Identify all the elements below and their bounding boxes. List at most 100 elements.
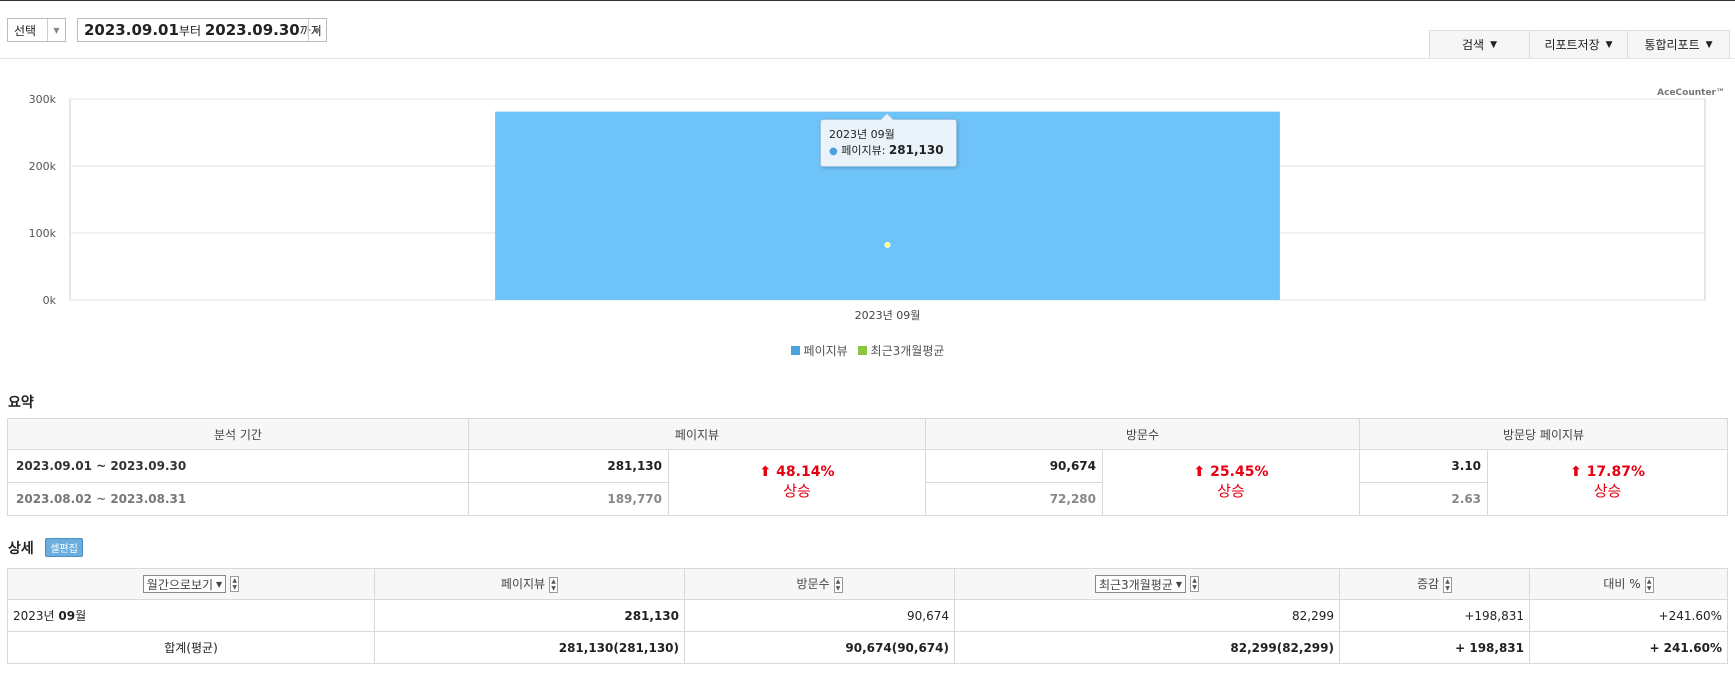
- avg-marker: [884, 241, 891, 248]
- total-delta: + 198,831: [1339, 631, 1530, 664]
- sort-icon[interactable]: ▲ ▼: [1644, 576, 1654, 593]
- pv-per-visit-current: 3.10: [1359, 449, 1489, 483]
- summary-title: 요약: [8, 395, 34, 411]
- header-delta: 증감 ▲ ▼: [1339, 568, 1530, 600]
- summary-table: 분석 기간 페이지뷰 방문수 방문당 페이지뷰 2023.09.01 ~ 202…: [7, 418, 1729, 516]
- visits-current: 90,674: [925, 449, 1104, 483]
- chart-legend: 페이지뷰 최근3개월평균: [0, 342, 1735, 359]
- avg-select-label: 최근3개월평균: [1098, 577, 1173, 592]
- current-period: 2023.09.01 ~ 2023.09.30: [7, 449, 469, 483]
- caret-down-icon: ▼: [1490, 39, 1497, 50]
- header-pv-per-visit: 방문당 페이지뷰: [1359, 418, 1729, 450]
- legend-item-avg[interactable]: 최근3개월평균: [857, 342, 944, 359]
- sort-icon[interactable]: ▲ ▼: [230, 576, 240, 592]
- date-range-text: 2023.09.01부터 2023.09.30까지: [78, 21, 328, 39]
- pageviews-previous: 189,770: [468, 482, 669, 516]
- date-from: 2023.09.01: [84, 21, 179, 39]
- top-border: [0, 0, 1735, 1]
- caret-down-icon: ▼: [1705, 39, 1713, 50]
- pageviews-change-value: 48.14%: [776, 464, 835, 480]
- filter-divider: [0, 58, 1735, 59]
- header-period: 분석 기간: [7, 418, 469, 450]
- sort-icon[interactable]: ▲ ▼: [1443, 576, 1453, 593]
- header-pageviews: 페이지뷰 ▲ ▼: [374, 568, 685, 600]
- row-month: 2023년 09월: [7, 599, 375, 632]
- summary-row-current: 2023.09.01 ~ 2023.09.30 281,130 ⬆ 48.14%…: [7, 449, 1729, 516]
- legend-item-pageviews[interactable]: 페이지뷰: [790, 342, 848, 359]
- series-dot-icon: ●: [829, 146, 838, 157]
- visits-change: ⬆ 25.45% 상승: [1102, 449, 1361, 516]
- visits-change-value: 25.45%: [1210, 464, 1269, 480]
- arrow-up-icon: ⬆: [759, 464, 772, 480]
- tooltip-title: 2023년 09월: [829, 128, 895, 141]
- report-save-label: 리포트저장: [1544, 38, 1600, 52]
- pageviews-current: 281,130: [468, 449, 669, 483]
- view-mode-label: 월간으로보기: [146, 577, 214, 592]
- sort-icon[interactable]: ▲ ▼: [1190, 576, 1200, 592]
- pageviews-trend: 상승: [783, 482, 811, 500]
- cell-edit-button[interactable]: 셀편집: [45, 538, 83, 557]
- date-range-select[interactable]: 2023.09.01부터 2023.09.30까지 ▼: [77, 18, 327, 42]
- x-tick-label: 2023년 09월: [855, 309, 921, 322]
- total-pageviews: 281,130(281,130): [374, 631, 685, 664]
- header-visits: 방문수 ▲ ▼: [684, 568, 955, 600]
- legend-label: 페이지뷰: [803, 344, 848, 358]
- arrow-up-icon: ⬆: [1570, 464, 1582, 480]
- caret-down-icon: ▼: [1605, 39, 1613, 50]
- arrow-up-icon: ⬆: [1193, 464, 1206, 480]
- report-save-button[interactable]: 리포트저장 ▼: [1529, 30, 1628, 59]
- visits-previous: 72,280: [925, 482, 1104, 516]
- header-pageviews: 페이지뷰: [467, 418, 927, 450]
- total-visits: 90,674(90,674): [684, 631, 955, 664]
- header-view-mode: 월간으로보기 ▼ ▲ ▼: [7, 568, 375, 600]
- header-pageviews-label: 페이지뷰: [500, 577, 546, 592]
- row-ratio: +241.60%: [1529, 599, 1728, 632]
- pv-per-visit-change-value: 17.87%: [1586, 464, 1645, 480]
- header-ratio-label: 대비 %: [1603, 577, 1641, 592]
- chart-tooltip: 2023년 09월 ● 페이지뷰: 281,130: [820, 113, 957, 167]
- tooltip-series-label: 페이지뷰:: [841, 144, 886, 157]
- legend-swatch: [790, 346, 800, 355]
- sort-icon[interactable]: ▲ ▼: [833, 576, 843, 593]
- header-visits: 방문수: [925, 418, 1361, 450]
- detail-header-row: 월간으로보기 ▼ ▲ ▼ 페이지뷰 ▲ ▼ 방문수 ▲ ▼ 최근3개월평균 ▼ ▲ ▼ 증감 ▲ ▼ 대…: [7, 568, 1728, 600]
- period-type-select[interactable]: 선택 ▼: [7, 18, 66, 42]
- detail-table: 월간으로보기 ▼ ▲ ▼ 페이지뷰 ▲ ▼ 방문수 ▲ ▼ 최근3개월평균 ▼ ▲ ▼ 증감 ▲ ▼ 대…: [7, 568, 1728, 664]
- integrated-report-button[interactable]: 통합리포트 ▼: [1627, 30, 1730, 59]
- total-label: 합계(평균): [7, 631, 375, 664]
- integrated-report-label: 통합리포트: [1644, 38, 1700, 52]
- y-tick-label: 300k: [29, 93, 57, 106]
- pv-per-visit-trend: 상승: [1593, 482, 1622, 500]
- chevron-down-icon: ▼: [216, 579, 223, 589]
- row-delta: +198,831: [1339, 599, 1530, 632]
- pageviews-change: ⬆ 48.14% 상승: [667, 449, 927, 516]
- header-delta-label: 증감: [1416, 577, 1440, 592]
- pageview-chart: 0k 100k 200k 300k 2023년 09월: [29, 93, 1706, 322]
- previous-period: 2023.08.02 ~ 2023.08.31: [7, 482, 469, 516]
- tooltip-value: 281,130: [888, 143, 944, 157]
- row-avg: 82,299: [954, 599, 1340, 632]
- legend-swatch: [857, 346, 867, 355]
- pv-per-visit-previous: 2.63: [1359, 482, 1489, 516]
- total-row: 합계(평균) 281,130(281,130) 90,674(90,674) 8…: [7, 631, 1728, 664]
- period-type-label: 선택: [14, 23, 37, 38]
- month-prefix: 2023년: [13, 609, 59, 623]
- pv-per-visit-change: ⬆ 17.87% 상승: [1487, 449, 1729, 516]
- avg-select[interactable]: 최근3개월평균 ▼: [1094, 575, 1187, 593]
- search-button[interactable]: 검색 ▼: [1429, 30, 1530, 59]
- visits-trend: 상승: [1217, 482, 1245, 500]
- row-pageviews: 281,130: [374, 599, 685, 632]
- total-ratio: + 241.60%: [1529, 631, 1728, 664]
- month-num: 09: [58, 609, 76, 623]
- chevron-down-icon: ▼: [47, 19, 65, 41]
- y-tick-label: 100k: [29, 227, 57, 240]
- date-to: 2023.09.30: [204, 21, 300, 39]
- month-suffix: 월: [75, 609, 87, 623]
- header-ratio: 대비 % ▲ ▼: [1529, 568, 1728, 600]
- y-tick-label: 0k: [43, 294, 57, 307]
- view-mode-select[interactable]: 월간으로보기 ▼: [142, 575, 227, 593]
- row-visits: 90,674: [684, 599, 955, 632]
- y-tick-label: 200k: [29, 160, 57, 173]
- sort-icon[interactable]: ▲ ▼: [549, 576, 559, 593]
- detail-title: 상세: [8, 541, 34, 557]
